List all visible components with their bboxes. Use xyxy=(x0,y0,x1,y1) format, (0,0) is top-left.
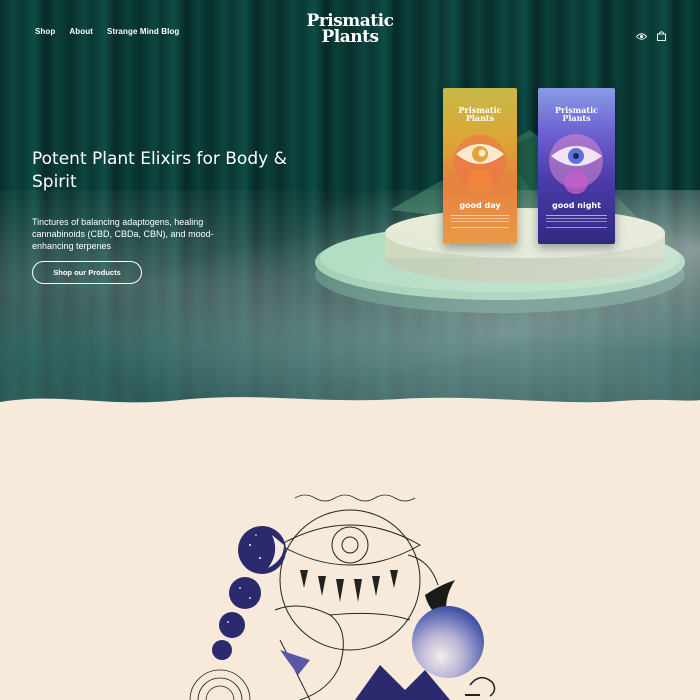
product-brand: Prismatic Plants xyxy=(458,105,502,123)
product-box-good-day[interactable]: Prismatic Plants good day xyxy=(443,88,517,244)
nav-link-about[interactable]: About xyxy=(69,27,93,36)
nav-link-blog[interactable]: Strange Mind Blog xyxy=(107,27,179,36)
shop-products-button[interactable]: Shop our Products xyxy=(32,261,142,284)
eye-icon[interactable] xyxy=(635,26,648,45)
mystic-eye-illustration xyxy=(189,494,496,700)
main-nav: Shop About Strange Mind Blog xyxy=(35,27,179,36)
product-box-good-night[interactable]: Prismatic Plants good night xyxy=(538,88,615,244)
eye-artwork-icon xyxy=(549,134,603,194)
bag-icon[interactable] xyxy=(657,26,666,45)
product-fine-print xyxy=(451,215,509,216)
product-name: good day xyxy=(459,201,501,210)
nav-link-shop[interactable]: Shop xyxy=(35,27,55,36)
logo-line-2: Plants xyxy=(321,27,379,47)
hero-title: Potent Plant Elixirs for Body & Spirit xyxy=(32,149,287,192)
wave-divider xyxy=(0,397,700,420)
product-fine-print xyxy=(546,215,607,216)
hero-subtitle: Tinctures of balancing adaptogens, heali… xyxy=(32,217,214,251)
nav-icons xyxy=(635,26,666,45)
eye-artwork-icon xyxy=(454,135,506,193)
product-name: good night xyxy=(552,201,601,210)
product-brand: Prismatic Plants xyxy=(554,105,599,123)
hero-section: Shop About Strange Mind Blog Prismatic P… xyxy=(0,0,700,420)
site-logo[interactable]: Prismatic Plants xyxy=(300,13,400,47)
